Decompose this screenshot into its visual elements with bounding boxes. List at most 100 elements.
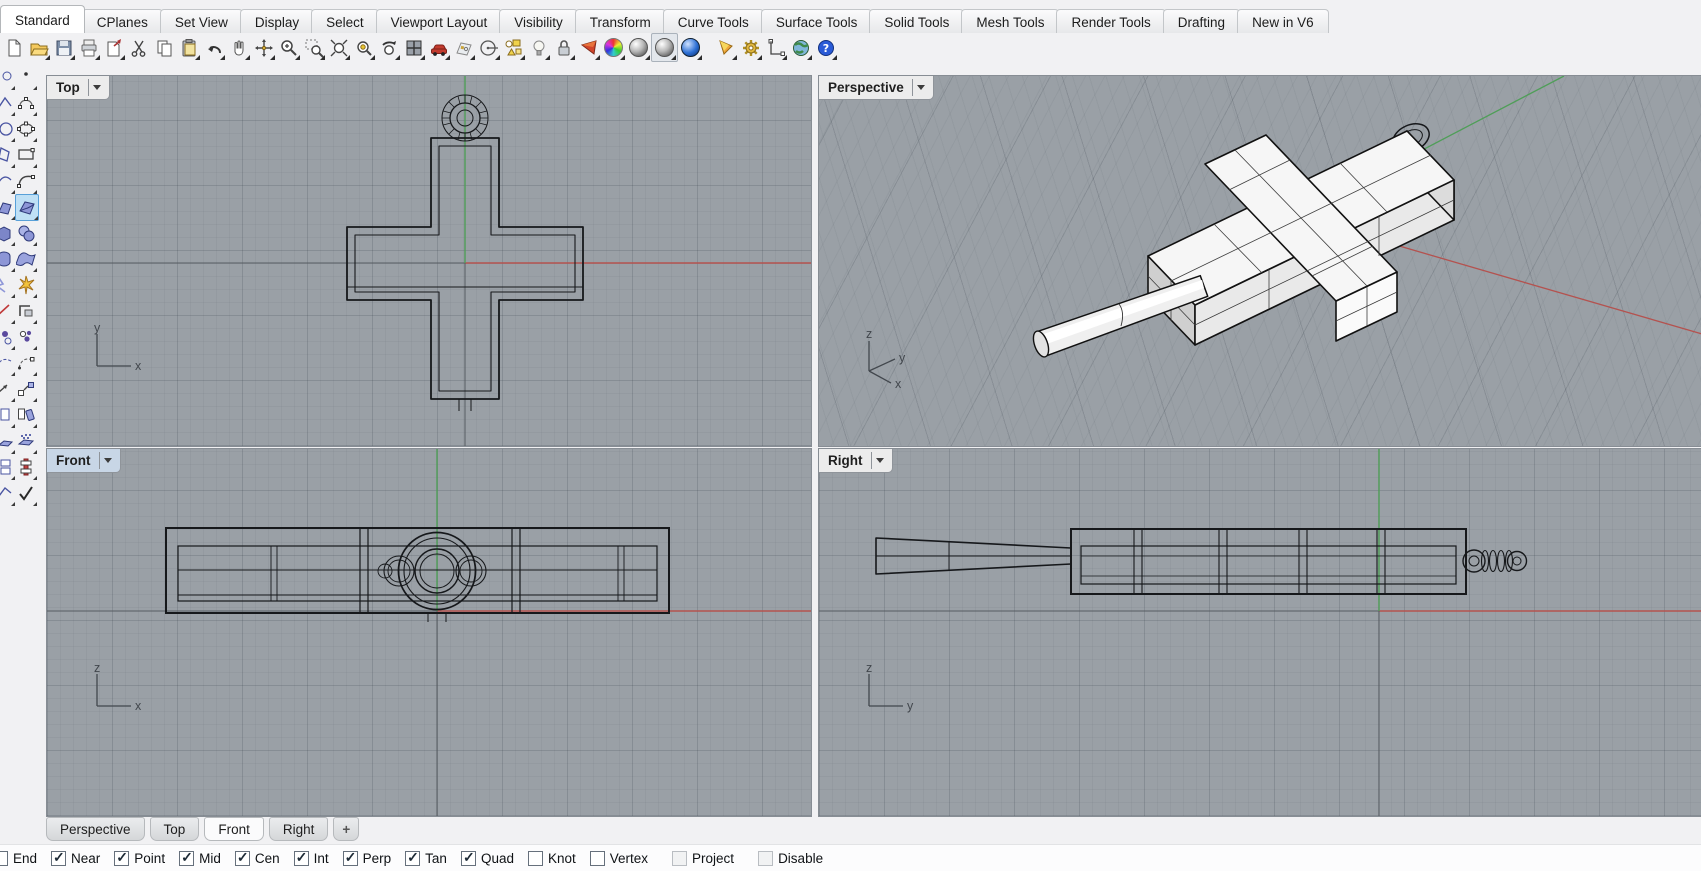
- viewport-layout-icon[interactable]: [401, 34, 426, 61]
- zoom-window-icon[interactable]: [301, 34, 326, 61]
- viewport-title-top[interactable]: Top: [47, 76, 110, 100]
- osnap-tan-checkbox[interactable]: [405, 849, 421, 866]
- move-icon[interactable]: [251, 34, 276, 61]
- osnap-disable-checkbox[interactable]: [758, 851, 774, 866]
- osnap-mid-checkbox[interactable]: [179, 849, 195, 866]
- pan-icon[interactable]: [226, 34, 251, 61]
- osnap-project[interactable]: Project: [672, 851, 734, 866]
- named-views-icon[interactable]: [426, 34, 451, 61]
- osnap-cen[interactable]: Cen: [234, 849, 280, 866]
- tool-curve-partial[interactable]: [0, 169, 15, 194]
- web-globe-icon[interactable]: [788, 34, 813, 61]
- tool-rebuild-curve[interactable]: [15, 351, 37, 376]
- tab-visibility[interactable]: Visibility: [499, 9, 578, 33]
- viewport-title-perspective[interactable]: Perspective: [819, 76, 934, 100]
- viewport-top[interactable]: Top y x: [46, 75, 812, 447]
- tool-trim-partial[interactable]: [0, 299, 15, 324]
- tab-surface-tools[interactable]: Surface Tools: [760, 9, 873, 33]
- shaded-display-icon[interactable]: [626, 34, 651, 61]
- tool-explode[interactable]: [15, 273, 37, 298]
- osnap-quad[interactable]: Quad: [460, 849, 514, 866]
- color-wheel-icon[interactable]: [601, 34, 626, 61]
- tool-group-partial[interactable]: [0, 481, 15, 506]
- tool-surface-partial[interactable]: [0, 195, 15, 220]
- tool-rebuild-partial[interactable]: [0, 351, 15, 376]
- tool-rectangle[interactable]: [15, 143, 37, 168]
- tool-point-cloud[interactable]: [15, 325, 37, 350]
- viewport-tab-perspective[interactable]: Perspective: [46, 817, 145, 841]
- tool-mirror[interactable]: [15, 403, 37, 428]
- osnap-vertex-checkbox[interactable]: [589, 851, 605, 866]
- tool-points-partial[interactable]: [0, 325, 15, 350]
- osnap-disable[interactable]: Disable: [758, 851, 823, 866]
- cut-icon[interactable]: [126, 34, 151, 61]
- undo-icon[interactable]: [201, 34, 226, 61]
- tool-array-vertical[interactable]: [15, 455, 37, 480]
- viewport-tab-front[interactable]: Front: [204, 817, 264, 841]
- plan-view-icon[interactable]: [451, 34, 476, 61]
- osnap-perp-checkbox[interactable]: [342, 849, 358, 866]
- osnap-knot[interactable]: Knot: [527, 851, 576, 866]
- chevron-down-icon[interactable]: [103, 458, 112, 463]
- chevron-down-icon[interactable]: [916, 85, 925, 90]
- help-icon[interactable]: ?: [813, 34, 838, 61]
- osnap-perp[interactable]: Perp: [342, 849, 391, 866]
- open-file-icon[interactable]: [26, 34, 51, 61]
- paste-icon[interactable]: [176, 34, 201, 61]
- tab-viewport-layout[interactable]: Viewport Layout: [375, 9, 503, 33]
- osnap-end[interactable]: End: [0, 851, 37, 866]
- rendered-display-icon[interactable]: [678, 34, 703, 61]
- tool-ellipse[interactable]: [15, 117, 37, 142]
- chevron-down-icon[interactable]: [875, 458, 884, 463]
- tool-polyline-partial[interactable]: [0, 91, 15, 116]
- lights-icon[interactable]: [526, 34, 551, 61]
- tool-explode-partial[interactable]: [0, 273, 15, 298]
- tab-curve-tools[interactable]: Curve Tools: [662, 9, 764, 33]
- osnap-int-checkbox[interactable]: [293, 849, 309, 866]
- export-page-icon[interactable]: [101, 34, 126, 61]
- new-file-icon[interactable]: [1, 34, 26, 61]
- tool-extrude-dots[interactable]: [15, 429, 37, 454]
- render-icon[interactable]: [576, 34, 601, 61]
- osnap-knot-checkbox[interactable]: [527, 851, 543, 866]
- add-viewport-tab-button[interactable]: +: [333, 817, 360, 841]
- tab-drafting[interactable]: Drafting: [1162, 9, 1241, 33]
- tool-polygon-partial[interactable]: [0, 143, 15, 168]
- osnap-vertex[interactable]: Vertex: [589, 851, 648, 866]
- tab-set-view[interactable]: Set View: [159, 9, 243, 33]
- osnap-int[interactable]: Int: [293, 849, 329, 866]
- osnap-cen-checkbox[interactable]: [234, 849, 250, 866]
- cplane-icon[interactable]: [476, 34, 501, 61]
- tab-cplanes[interactable]: CPlanes: [81, 9, 163, 33]
- tab-select[interactable]: Select: [311, 9, 379, 33]
- tab-render-tools[interactable]: Render Tools: [1056, 9, 1166, 33]
- copy-icon[interactable]: [151, 34, 176, 61]
- tool-surface-corner-points[interactable]: [15, 193, 39, 221]
- osnap-point-checkbox[interactable]: [114, 849, 130, 866]
- tool-point-partial[interactable]: [0, 65, 15, 90]
- zoom-extents-icon[interactable]: [326, 34, 351, 61]
- object-types-icon[interactable]: [501, 34, 526, 61]
- ghosted-display-icon[interactable]: [651, 33, 678, 62]
- viewport-perspective[interactable]: Perspective z y x: [818, 75, 1701, 447]
- tool-extrude-partial[interactable]: [0, 429, 15, 454]
- viewport-title-right[interactable]: Right: [819, 449, 893, 473]
- viewport-right[interactable]: Right z y: [818, 448, 1701, 817]
- tool-copy-to-point[interactable]: [15, 377, 37, 402]
- tab-standard[interactable]: Standard: [0, 5, 85, 33]
- tool-curve-interpolate[interactable]: [15, 91, 37, 116]
- tab-solid-tools[interactable]: Solid Tools: [869, 9, 965, 33]
- zoom-icon[interactable]: [276, 34, 301, 61]
- osnap-mid[interactable]: Mid: [179, 849, 221, 866]
- tool-box-partial[interactable]: [0, 221, 15, 246]
- viewport-front[interactable]: Front z x: [46, 448, 812, 817]
- tool-circle-partial[interactable]: [0, 117, 15, 142]
- viewport-tab-right[interactable]: Right: [268, 817, 329, 841]
- save-icon[interactable]: [51, 34, 76, 61]
- tool-solid-partial[interactable]: [0, 247, 15, 272]
- notification-icon[interactable]: [713, 34, 738, 61]
- tool-surface-patch[interactable]: [15, 247, 37, 272]
- osnap-near[interactable]: Near: [51, 849, 100, 866]
- zoom-selected-icon[interactable]: [351, 34, 376, 61]
- tool-move-partial[interactable]: [0, 377, 15, 402]
